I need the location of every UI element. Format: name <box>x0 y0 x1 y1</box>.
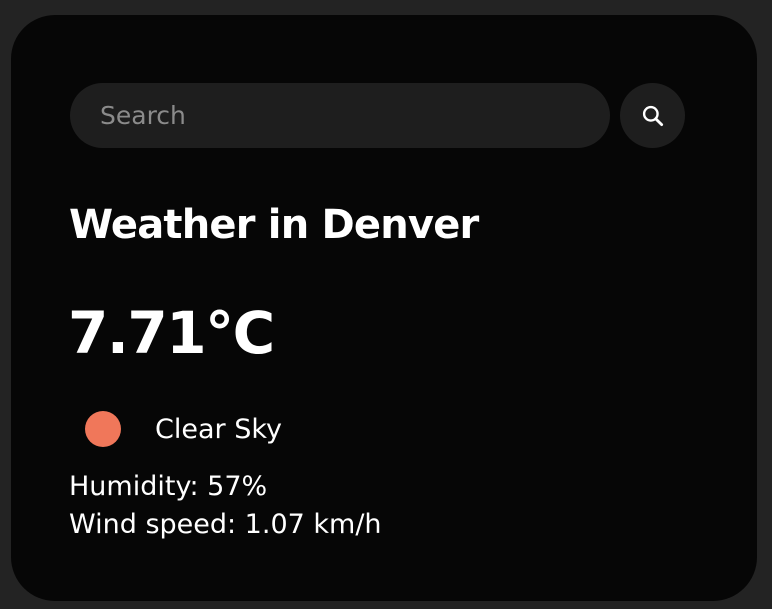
sun-circle-icon <box>85 411 121 447</box>
wind-speed-text: Wind speed: 1.07 km/h <box>69 509 382 540</box>
weather-title: Weather in Denver <box>69 202 479 248</box>
search-icon <box>640 103 666 129</box>
humidity-text: Humidity: 57% <box>69 471 268 502</box>
search-input[interactable] <box>70 83 610 148</box>
weather-condition: Clear Sky <box>85 408 282 450</box>
search-button[interactable] <box>620 83 685 148</box>
condition-label: Clear Sky <box>155 413 282 445</box>
temperature-value: 7.71°C <box>68 299 275 367</box>
weather-card: Weather in Denver 7.71°C Clear Sky Humid… <box>11 15 757 601</box>
search-bar <box>70 83 685 148</box>
